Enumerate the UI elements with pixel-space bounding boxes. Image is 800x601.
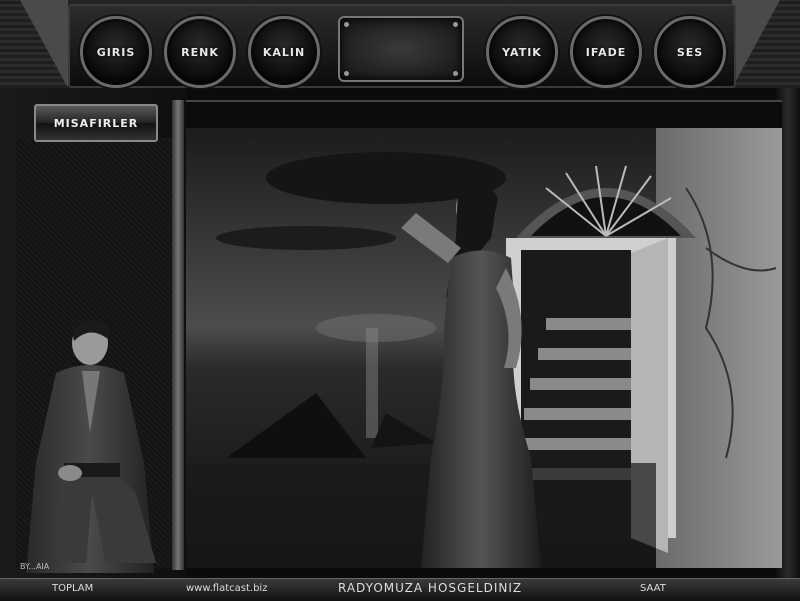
menu-button-label: IFADE [585,45,627,59]
clock-label: SAAT [640,583,666,594]
guests-label: MISAFIRLER [53,116,139,130]
chat-header-strip [186,100,782,131]
menu-button-label: RENK [181,45,219,59]
main-chat-area[interactable] [186,128,782,568]
website-link[interactable]: www.flatcast.biz [186,583,267,594]
menu-button-label: GIRIS [96,45,136,59]
menu-button-kalin[interactable]: KALIN [248,16,320,88]
guest-sidebar [0,88,186,578]
menu-button-renk[interactable]: RENK [164,16,236,88]
welcome-message: RADYOMUZA HOSGELDINIZ [338,581,523,595]
total-users-label: TOPLAM [52,583,94,594]
top-left-corner-decoration [0,0,68,88]
menu-button-ifade[interactable]: IFADE [570,16,642,88]
background-scene-image [186,128,782,568]
menu-button-label: KALIN [262,45,306,59]
top-right-corner-decoration [732,0,800,88]
center-logo-panel [338,16,464,82]
top-menu-bar: GIRIS RENK KALIN YATIK IFADE SES [0,0,800,88]
menu-button-label: SES [676,45,704,59]
menu-button-yatik[interactable]: YATIK [486,16,558,88]
sidebar-portrait-image [26,320,156,573]
menu-button-giris[interactable]: GIRIS [80,16,152,88]
menu-button-label: YATIK [502,45,542,59]
guests-label-plate: MISAFIRLER [34,104,158,142]
sidebar-scroll-rail[interactable] [172,100,184,570]
author-credit: BY...AIA [20,562,50,571]
menu-button-ses[interactable]: SES [654,16,726,88]
